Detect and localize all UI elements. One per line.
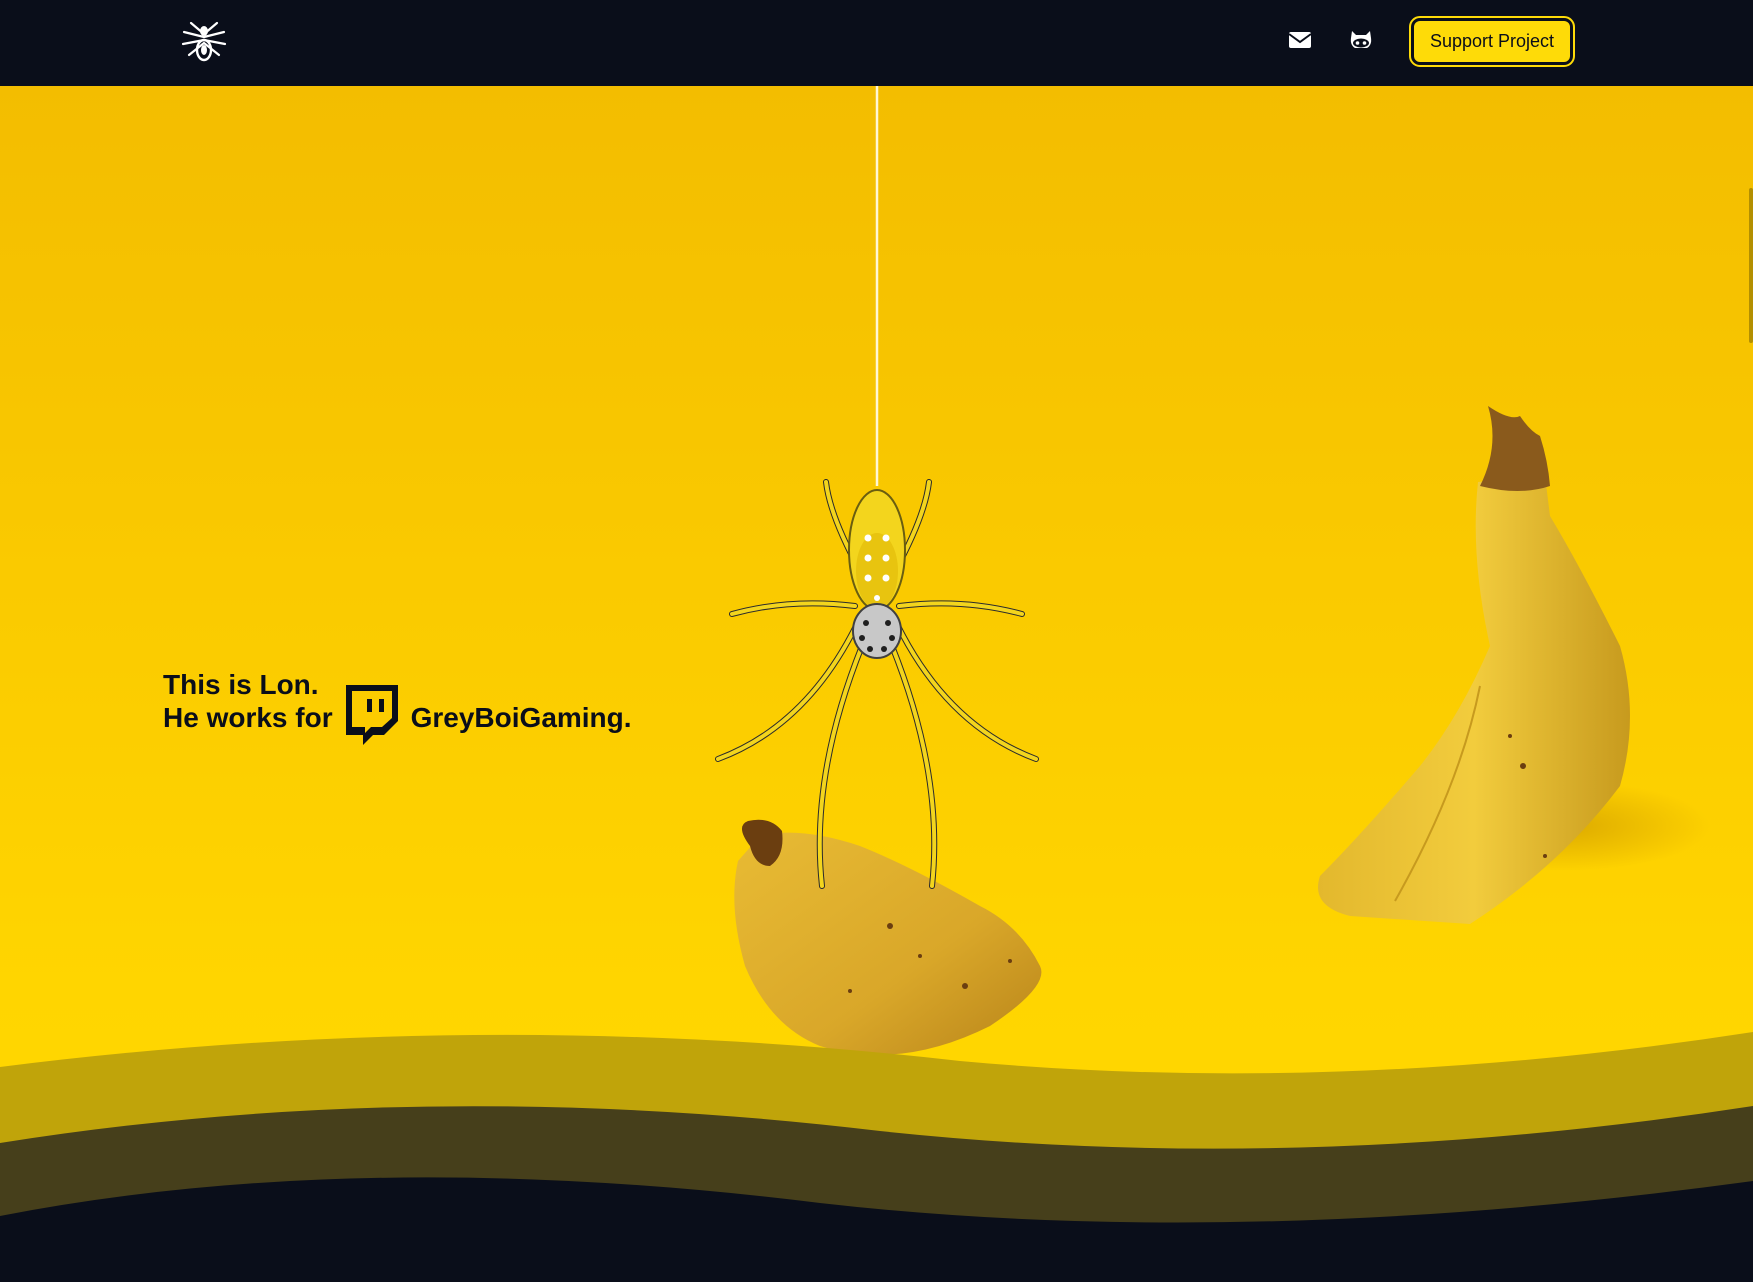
spider-illustration bbox=[715, 86, 1039, 889]
headline-works-for: He works for bbox=[163, 702, 333, 733]
headline-intro: This is Lon. bbox=[163, 669, 319, 700]
standing-banana bbox=[1318, 406, 1710, 924]
headline-brand-name: GreyBoiGaming. bbox=[410, 702, 632, 733]
spider-logo-icon[interactable] bbox=[180, 20, 228, 66]
github-icon[interactable] bbox=[1348, 28, 1374, 52]
top-navbar: Support Project bbox=[0, 0, 1753, 86]
twitch-icon[interactable] bbox=[343, 684, 401, 747]
cut-banana bbox=[734, 819, 1042, 1055]
support-project-button[interactable]: Support Project bbox=[1409, 16, 1575, 67]
scrollbar[interactable] bbox=[1749, 188, 1753, 343]
hero-section: This is Lon. He works for GreyBoiGaming. bbox=[0, 86, 1753, 1282]
headline-line-2: He works for GreyBoiGaming. bbox=[163, 684, 632, 745]
envelope-icon[interactable] bbox=[1287, 28, 1313, 52]
hero-headline: This is Lon. He works for GreyBoiGaming. bbox=[163, 668, 632, 745]
